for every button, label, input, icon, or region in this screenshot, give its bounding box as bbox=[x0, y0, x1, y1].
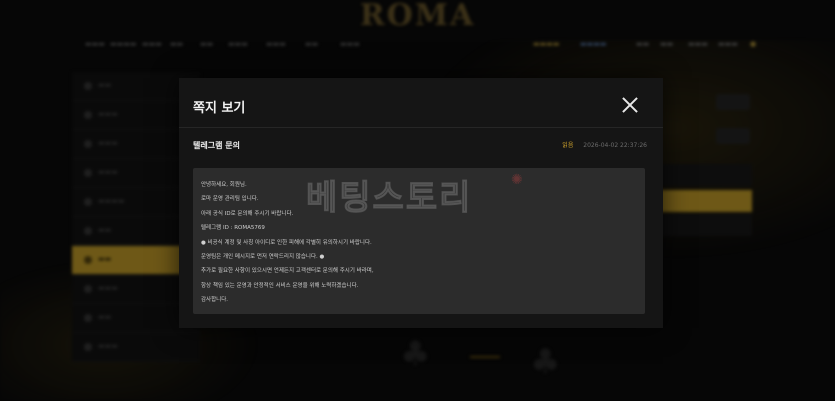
close-icon[interactable] bbox=[622, 97, 638, 113]
status-badge: 읽음 bbox=[562, 142, 574, 149]
modal-header: 쪽지 보기 bbox=[179, 78, 663, 128]
message-modal: 쪽지 보기 텔레그램 문의 읽음 2026-04-02 22:37:26 베팅스… bbox=[179, 78, 663, 328]
message-line: ● 비공식 계정 및 사칭 아이디로 인한 피해에 각별히 유의하시기 바랍니다… bbox=[201, 239, 372, 246]
modal-title: 쪽지 보기 bbox=[193, 101, 246, 116]
watermark-emblem-icon: ✺ bbox=[511, 172, 523, 188]
message-line: 텔레그램 ID : ROMA5769 bbox=[201, 225, 265, 232]
message-subject: 텔레그램 문의 bbox=[193, 141, 240, 150]
message-text: 안녕하세요, 회원님. 로마 운영 관리팀 입니다. 아래 공식 ID로 문의해… bbox=[201, 178, 374, 308]
message-line: 항상 책임 있는 운영과 안정적인 서비스 운영을 위해 노력하겠습니다. bbox=[201, 282, 359, 289]
message-line: 로마 운영 관리팀 입니다. bbox=[201, 196, 259, 203]
message-body: 베팅스토리 ✺ 안녕하세요, 회원님. 로마 운영 관리팀 입니다. 아래 공식… bbox=[193, 168, 645, 314]
message-meta: 읽음 2026-04-02 22:37:26 bbox=[562, 140, 647, 149]
message-line: 추가로 필요한 사항이 있으시면 언제든지 고객센터로 문의해 주시기 바라며, bbox=[201, 268, 374, 275]
message-line: 안녕하세요, 회원님. bbox=[201, 182, 247, 188]
message-line: 운영팀은 개인 메시지로 먼저 연락드리지 않습니다. ● bbox=[201, 254, 325, 261]
message-date: 2026-04-02 22:37:26 bbox=[583, 142, 647, 149]
message-line: 감사합니다. bbox=[201, 297, 229, 304]
message-line: 아래 공식 ID로 문의해 주시기 바랍니다. bbox=[201, 210, 294, 217]
